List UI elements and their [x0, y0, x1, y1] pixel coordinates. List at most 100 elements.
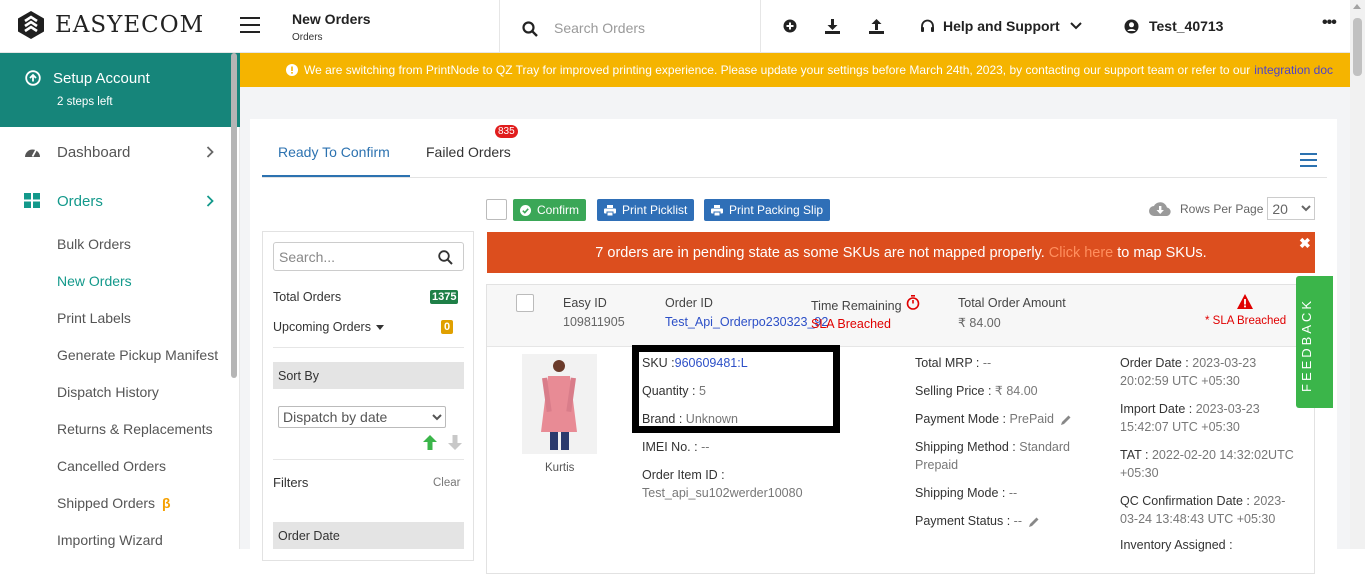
sidebar-sub-cancelled-orders[interactable]: Cancelled Orders — [57, 458, 166, 474]
product-category-caption: Kurtis — [545, 462, 575, 474]
easy-id-value: 109811905 — [563, 315, 625, 329]
sidebar-sub-bulk-orders[interactable]: Bulk Orders — [57, 236, 131, 252]
add-circle-icon[interactable] — [783, 19, 797, 33]
page-title: New Orders — [292, 11, 371, 27]
upcoming-orders-toggle[interactable]: Upcoming Orders — [273, 320, 385, 334]
imei-field: IMEI No. : -- — [642, 440, 710, 454]
total-orders-count-badge: 1375 — [430, 290, 459, 304]
search-icon[interactable] — [522, 21, 538, 37]
list-menu-icon[interactable] — [1300, 153, 1317, 171]
order-id-link[interactable]: Test_Api_Orderpo230323_92 — [665, 315, 828, 329]
sidebar-sub-new-orders[interactable]: New Orders — [57, 273, 132, 289]
sidebar-item-dashboard[interactable]: Dashboard — [0, 137, 230, 167]
sidebar-sub-returns-replacements[interactable]: Returns & Replacements — [57, 421, 213, 437]
sidebar-item-label: Dashboard — [57, 144, 131, 161]
select-all-checkbox[interactable] — [486, 199, 507, 220]
sidebar-sub-dispatch-history[interactable]: Dispatch History — [57, 384, 159, 400]
scrollbar-thumb[interactable] — [1353, 18, 1362, 76]
order-date-filter-header[interactable]: Order Date — [273, 522, 464, 549]
qc-confirmation-date-field: QC Confirmation Date : 2023-03-24 13:48:… — [1120, 494, 1286, 526]
inventory-assigned-field: Inventory Assigned : — [1120, 538, 1233, 552]
sidebar-sub-importing-wizard[interactable]: Importing Wizard — [57, 532, 163, 548]
sidebar-item-orders[interactable]: Orders — [0, 186, 230, 216]
upcoming-orders-count-badge: 0 — [441, 320, 454, 334]
map-skus-link[interactable]: Click here — [1049, 245, 1113, 261]
printer-icon — [604, 204, 616, 216]
filter-panel: Total Orders 1375 Upcoming Orders 0 Sort… — [262, 231, 474, 561]
order-id-label: Order ID — [665, 296, 713, 310]
close-icon[interactable]: ✖ — [1299, 235, 1311, 252]
payment-status-field: Payment Status : -- — [915, 512, 1039, 530]
selling-price-field: Selling Price : ₹ 84.00 — [915, 384, 1038, 398]
order-select-checkbox[interactable] — [516, 294, 534, 312]
help-label: Help and Support — [943, 18, 1060, 34]
confirm-button[interactable]: Confirm — [513, 199, 587, 221]
arrow-up-icon[interactable] — [423, 435, 437, 450]
product-image[interactable] — [522, 354, 597, 454]
help-and-support-menu[interactable]: Help and Support — [920, 18, 1082, 34]
setup-account-panel[interactable]: Setup Account 2 steps left — [0, 53, 240, 127]
total-order-amount-value: ₹ 84.00 — [958, 316, 1001, 330]
sidebar-sub-generate-pickup-manifest[interactable]: Generate Pickup Manifest — [57, 347, 218, 363]
sidebar-sub-print-labels[interactable]: Print Labels — [57, 310, 131, 326]
user-menu[interactable]: Test_40713 — [1124, 18, 1223, 34]
breadcrumb[interactable]: Orders — [292, 32, 323, 43]
total-orders-label[interactable]: Total Orders — [273, 290, 341, 304]
filter-divider — [273, 347, 464, 348]
rows-per-page-select[interactable]: 20 — [1267, 197, 1316, 220]
alert-message: 7 orders are in pending state as some SK… — [595, 244, 1045, 261]
filter-divider — [273, 459, 464, 460]
sidebar-sub-label: Shipped Orders — [57, 495, 156, 511]
cloud-download-icon[interactable] — [1148, 200, 1172, 217]
print-packing-slip-button[interactable]: Print Packing Slip — [704, 199, 831, 221]
edit-pencil-icon[interactable] — [1029, 517, 1039, 527]
chevron-right-icon — [206, 195, 214, 207]
chevron-down-icon — [1069, 22, 1082, 30]
sort-by-header: Sort By — [273, 362, 464, 389]
page-scrollbar[interactable] — [1350, 0, 1365, 549]
scroll-up-arrow-icon[interactable] — [1353, 4, 1361, 9]
sort-by-select[interactable]: Dispatch by date — [278, 406, 446, 428]
time-remaining-value: SLA Breached — [811, 317, 891, 331]
quantity-field: Quantity : 5 — [642, 384, 706, 398]
chevron-right-icon — [206, 146, 214, 158]
tab-ready-to-confirm[interactable]: Ready To Confirm — [278, 144, 390, 160]
confirm-label: Confirm — [537, 203, 580, 217]
headset-icon — [921, 19, 934, 32]
feedback-tab[interactable]: FEEDBACK — [1296, 276, 1333, 408]
unmapped-sku-alert: 7 orders are in pending state as some SK… — [487, 232, 1315, 273]
upload-icon[interactable] — [869, 19, 884, 34]
easyecom-logo-icon — [18, 11, 44, 39]
orders-card: Ready To Confirm Failed Orders 835 Confi… — [250, 119, 1337, 574]
search-icon[interactable] — [438, 250, 453, 265]
setup-account-title: Setup Account — [53, 70, 150, 87]
order-summary-row: Easy ID 109811905 Order ID Test_Api_Orde… — [487, 285, 1314, 347]
brand-logo[interactable]: EASYECOM — [16, 10, 204, 40]
arrow-down-icon[interactable] — [448, 435, 462, 450]
order-item-id-field: Order Item ID : Test_api_su102werder10080 — [642, 468, 803, 500]
download-icon[interactable] — [825, 19, 840, 34]
failed-orders-count-badge: 835 — [495, 125, 518, 138]
print-picklist-button[interactable]: Print Picklist — [597, 199, 695, 221]
sidebar-sub-shipped-orders[interactable]: Shipped Orders β — [57, 495, 171, 511]
total-mrp-field: Total MRP : -- — [915, 356, 992, 370]
filter-search-input[interactable] — [279, 248, 429, 266]
clear-filters-link[interactable]: Clear — [433, 477, 460, 489]
menu-toggle-icon[interactable] — [240, 17, 260, 38]
tat-field: TAT : 2022-02-20 14:32:02UTC +05:30 — [1120, 448, 1294, 480]
integration-doc-link[interactable]: integration doc — [1254, 63, 1333, 77]
more-options-icon[interactable]: ••• — [1322, 14, 1337, 32]
info-circle-icon — [286, 64, 298, 76]
search-orders-input[interactable] — [554, 17, 744, 39]
sidebar-scrollbar[interactable] — [231, 53, 237, 378]
time-remaining-label: Time Remaining — [811, 299, 902, 313]
tab-failed-orders[interactable]: Failed Orders — [426, 144, 511, 160]
order-search — [499, 0, 761, 53]
warning-triangle-icon — [1237, 294, 1253, 309]
sidebar: Setup Account 2 steps left Dashboard Ord… — [0, 53, 240, 549]
edit-pencil-icon[interactable] — [1061, 415, 1071, 425]
arrow-up-circle-icon — [25, 70, 41, 86]
filters-heading: Filters — [273, 475, 309, 490]
easy-id-label: Easy ID — [563, 296, 607, 310]
sku-link[interactable]: 960609481:L — [675, 356, 748, 370]
